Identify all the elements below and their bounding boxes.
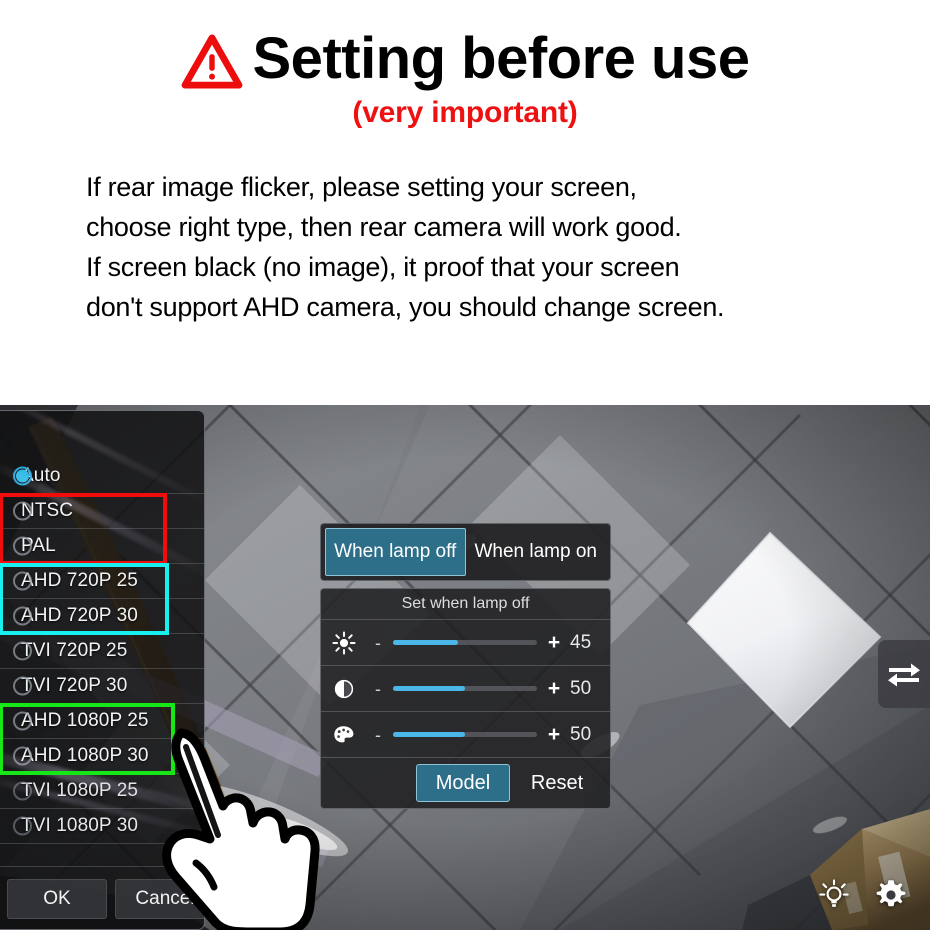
ok-button[interactable]: OK [7, 879, 107, 919]
contrast-slider[interactable] [393, 686, 537, 691]
type-option-tvi-720p-25[interactable]: TVI 720P 25 [0, 634, 204, 669]
brightness-slider[interactable] [393, 640, 537, 645]
page-title: Setting before use [252, 26, 750, 91]
warning-triangle-icon [181, 34, 242, 89]
radio-icon[interactable] [13, 501, 32, 521]
type-option-tvi-1080p-30[interactable]: TVI 1080P 30 [0, 809, 204, 844]
radio-icon[interactable] [13, 711, 32, 731]
type-option-ahd-720p-30[interactable]: AHD 720P 30 [0, 599, 204, 634]
type-option-auto[interactable]: Auto [0, 459, 204, 494]
camera-tool-bar [818, 878, 908, 912]
lightbulb-icon[interactable] [818, 878, 850, 912]
radio-icon[interactable] [13, 606, 32, 626]
saturation-decrease-button[interactable]: - [367, 726, 389, 744]
brightness-value: 45 [570, 631, 592, 653]
rear-camera-preview: Auto NTSC PAL AHD 720P 25 AHD 720P 30 TV… [0, 405, 930, 930]
brightness-increase-button[interactable]: + [541, 632, 567, 653]
contrast-value: 50 [570, 677, 592, 699]
dialog-footer: OK Cancel [0, 866, 204, 929]
reset-button[interactable]: Reset [510, 764, 604, 802]
type-option-pal[interactable]: PAL [0, 529, 204, 564]
type-option-ahd-1080p-25[interactable]: AHD 1080P 25 [0, 704, 204, 739]
tab-when-lamp-off[interactable]: When lamp off [325, 528, 466, 576]
brightness-sun-icon [321, 630, 367, 655]
saturation-slider-fill [393, 732, 465, 737]
slider-row-brightness: - + 45 [321, 620, 610, 666]
lamp-settings-dialog: When lamp off When lamp on Set when lamp… [320, 523, 611, 809]
gear-icon[interactable] [874, 878, 908, 912]
page-root: Setting before use (very important) If r… [0, 0, 930, 930]
type-option-label: AHD 1080P 25 [21, 710, 149, 731]
tab-when-lamp-on[interactable]: When lamp on [466, 528, 607, 576]
camera-type-dialog[interactable]: Auto NTSC PAL AHD 720P 25 AHD 720P 30 TV… [0, 410, 205, 930]
saturation-value: 50 [570, 723, 592, 745]
brightness-slider-fill [393, 640, 458, 645]
contrast-increase-button[interactable]: + [541, 678, 567, 699]
instruction-line: If rear image flicker, please setting yo… [86, 172, 637, 202]
type-option-label: TVI 1080P 25 [21, 780, 139, 801]
instruction-line: don't support AHD camera, you should cha… [86, 292, 725, 322]
lamp-settings-body: Set when lamp off - + 45 - + 50 - + 50 M… [320, 588, 611, 809]
contrast-decrease-button[interactable]: - [367, 680, 389, 698]
type-option-tvi-1080p-25[interactable]: TVI 1080P 25 [0, 774, 204, 809]
radio-icon[interactable] [13, 816, 32, 836]
type-option-ahd-1080p-30[interactable]: AHD 1080P 30 [0, 739, 204, 774]
saturation-slider[interactable] [393, 732, 537, 737]
lamp-action-row: Model Reset [321, 758, 610, 808]
type-option-label: AHD 720P 25 [21, 570, 138, 591]
lamp-tab-bar: When lamp off When lamp on [320, 523, 611, 581]
type-option-tvi-720p-30[interactable]: TVI 720P 30 [0, 669, 204, 704]
type-option-label: TVI 720P 25 [21, 640, 128, 661]
contrast-slider-fill [393, 686, 465, 691]
radio-selected-icon[interactable] [13, 466, 32, 486]
radio-icon[interactable] [13, 536, 32, 556]
camera-type-list: Auto NTSC PAL AHD 720P 25 AHD 720P 30 TV… [0, 459, 204, 844]
lamp-section-title: Set when lamp off [321, 589, 610, 620]
type-option-ahd-720p-25[interactable]: AHD 720P 25 [0, 564, 204, 599]
mirror-swap-arrows-icon [888, 663, 920, 687]
cancel-button[interactable]: Cancel [115, 879, 204, 919]
type-option-label: AHD 1080P 30 [21, 745, 149, 766]
color-palette-icon [321, 723, 367, 747]
instructions-panel: Setting before use (very important) If r… [0, 0, 930, 405]
radio-icon[interactable] [13, 781, 32, 801]
radio-icon[interactable] [13, 641, 32, 661]
saturation-increase-button[interactable]: + [541, 724, 567, 745]
radio-icon[interactable] [13, 676, 32, 696]
type-option-label: TVI 720P 30 [21, 675, 128, 696]
contrast-half-circle-icon [321, 677, 367, 701]
page-subtitle: (very important) [352, 96, 578, 129]
slider-row-saturation: - + 50 [321, 712, 610, 758]
slider-row-contrast: - + 50 [321, 666, 610, 712]
instruction-text: If rear image flicker, please setting yo… [86, 168, 926, 328]
page-title-row: Setting before use [0, 28, 930, 90]
mirror-toggle-button[interactable] [878, 640, 930, 708]
type-option-label: AHD 720P 30 [21, 605, 138, 626]
instruction-line: choose right type, then rear camera will… [86, 212, 682, 242]
brightness-decrease-button[interactable]: - [367, 634, 389, 652]
instruction-line: If screen black (no image), it proof tha… [86, 252, 680, 282]
radio-icon[interactable] [13, 571, 32, 591]
type-option-label: TVI 1080P 30 [21, 815, 139, 836]
type-option-ntsc[interactable]: NTSC [0, 494, 204, 529]
model-button[interactable]: Model [416, 764, 510, 802]
radio-icon[interactable] [13, 746, 32, 766]
